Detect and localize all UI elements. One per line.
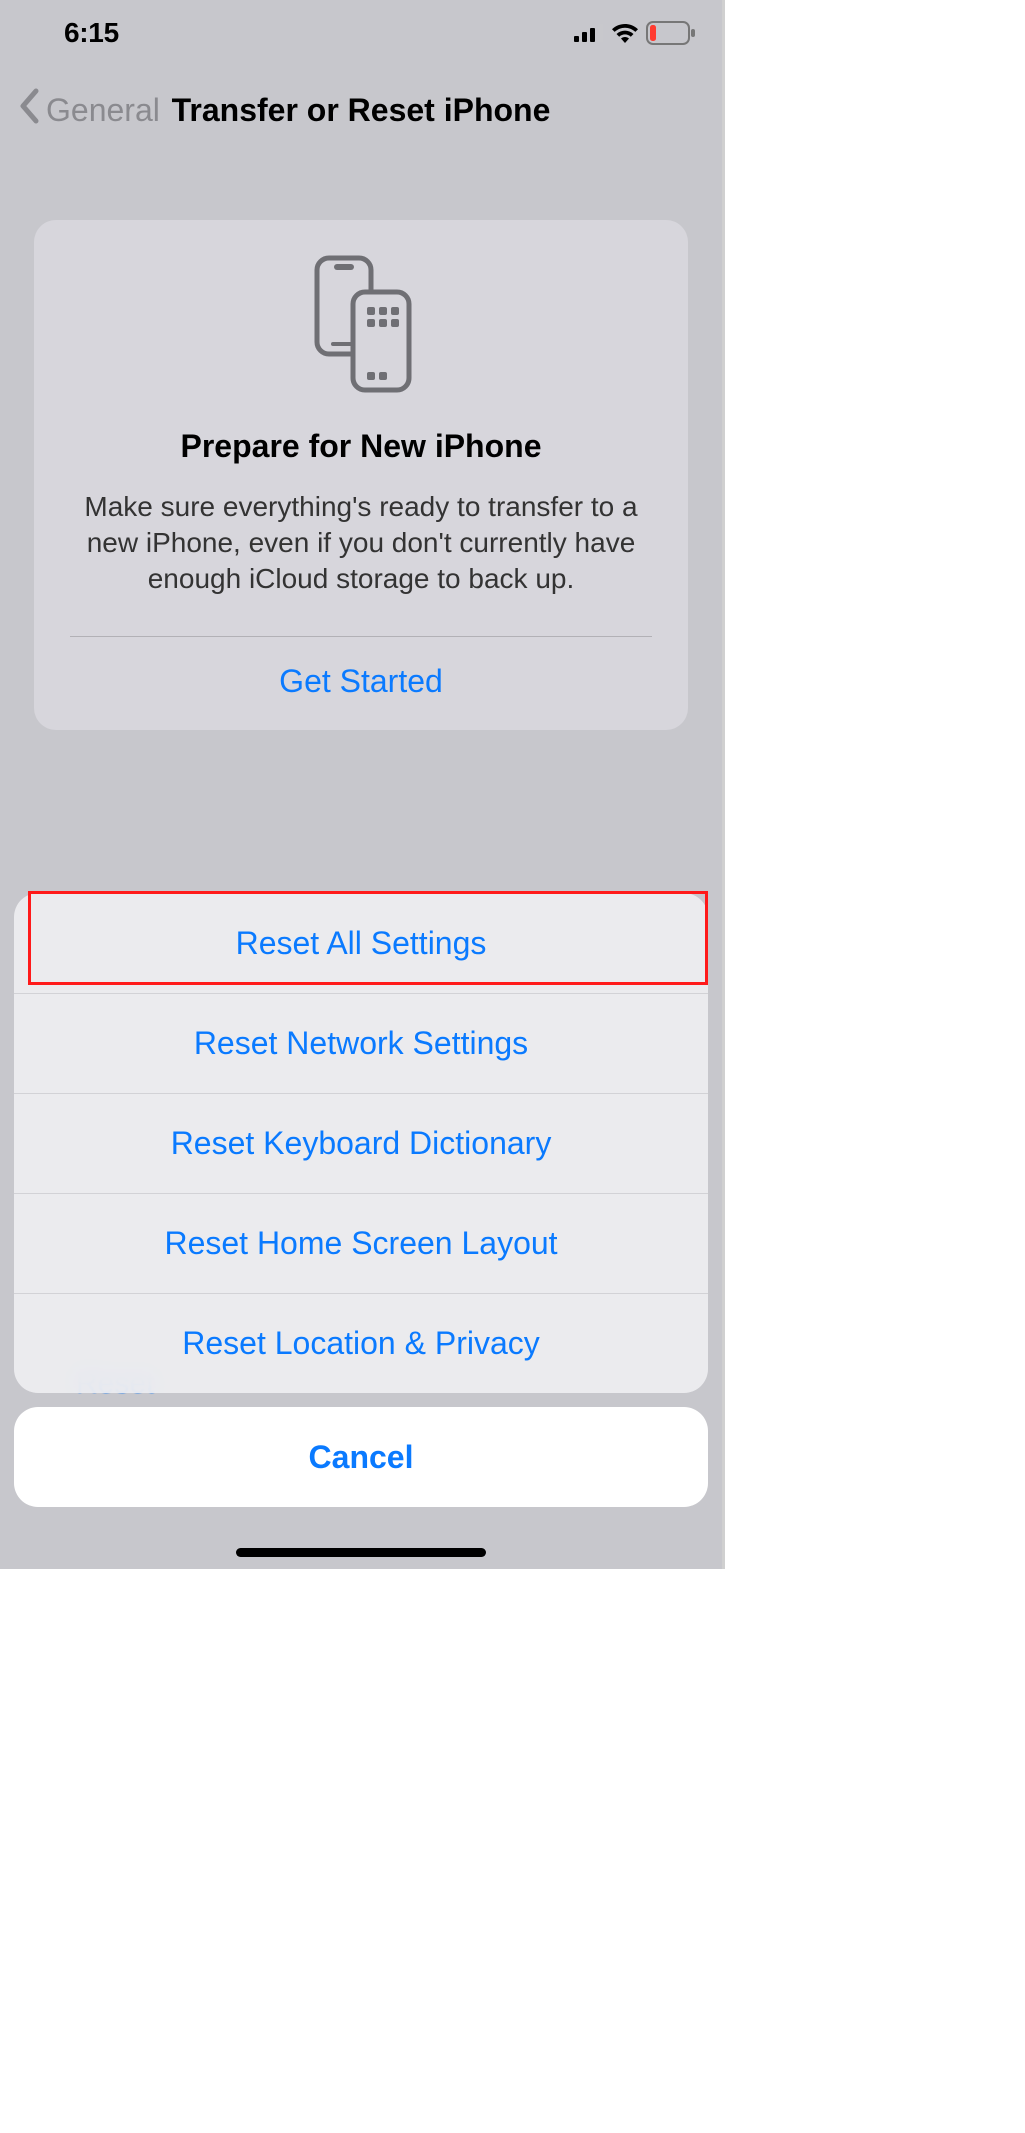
prepare-card: Prepare for New iPhone Make sure everyth…	[34, 220, 688, 730]
status-icons	[574, 21, 696, 45]
screen: 6:15	[0, 0, 725, 1569]
nav-back-button[interactable]: General	[0, 88, 160, 132]
status-time: 6:15	[64, 17, 119, 49]
status-bar: 6:15	[0, 0, 722, 66]
transfer-phones-icon	[34, 254, 688, 394]
prepare-title: Prepare for New iPhone	[34, 428, 688, 465]
battery-low-icon	[646, 21, 696, 45]
reset-all-settings[interactable]: Reset All Settings	[14, 893, 708, 993]
get-started-button[interactable]: Get Started	[34, 637, 688, 730]
nav-back-label: General	[46, 92, 160, 129]
cancel-button[interactable]: Cancel	[14, 1407, 708, 1507]
reset-location-privacy[interactable]: Reset Location & Privacy	[14, 1293, 708, 1393]
reset-network-settings[interactable]: Reset Network Settings	[14, 993, 708, 1093]
reset-home-screen-layout[interactable]: Reset Home Screen Layout	[14, 1193, 708, 1293]
nav-bar: General Transfer or Reset iPhone	[0, 66, 722, 150]
reset-keyboard-dictionary[interactable]: Reset Keyboard Dictionary	[14, 1093, 708, 1193]
cellular-icon	[574, 24, 604, 42]
prepare-body: Make sure everything's ready to transfer…	[34, 489, 688, 596]
wifi-icon	[610, 22, 640, 44]
chevron-left-icon	[18, 88, 40, 132]
home-indicator[interactable]	[236, 1548, 486, 1557]
reset-options-group: Reset All Settings Reset Network Setting…	[14, 893, 708, 1393]
reset-action-sheet: Reset All Settings Reset Network Setting…	[14, 893, 708, 1507]
